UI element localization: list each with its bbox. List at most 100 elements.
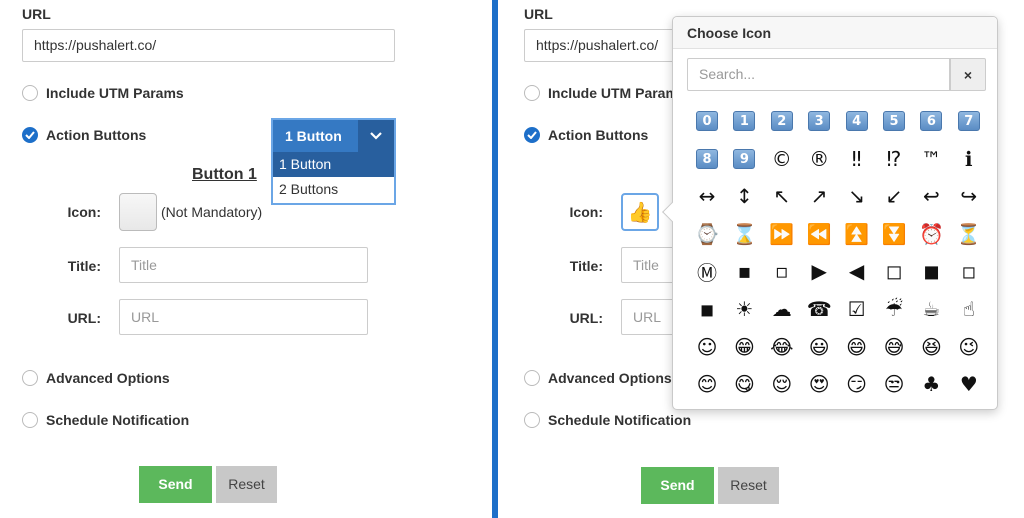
icon-option[interactable]: ☑ xyxy=(839,291,875,327)
icon-option[interactable]: 😆 xyxy=(913,329,949,365)
icon-option[interactable]: ↙ xyxy=(876,178,912,214)
icon-option[interactable]: ™ xyxy=(913,141,949,177)
icon-option[interactable]: 😋 xyxy=(726,366,762,402)
icon-option[interactable]: ▪ xyxy=(726,253,762,289)
icon-option[interactable]: ☕ xyxy=(913,291,949,327)
icon-option[interactable]: 😏 xyxy=(839,366,875,402)
icon-option[interactable]: ⏫ xyxy=(839,216,875,252)
icon-option[interactable]: 😄 xyxy=(839,329,875,365)
icon-option[interactable]: ↘ xyxy=(839,178,875,214)
icon-option[interactable]: Ⓜ xyxy=(689,253,725,289)
button-count-dropdown[interactable]: 1 Button 1 Button 2 Buttons xyxy=(271,118,396,205)
icon-option[interactable]: © xyxy=(764,141,800,177)
advanced-options-radio[interactable] xyxy=(524,370,540,386)
icon-option[interactable]: ℹ xyxy=(951,141,987,177)
icon-option[interactable]: ⏪ xyxy=(801,216,837,252)
icon-option[interactable]: ◽ xyxy=(951,253,987,289)
utm-radio[interactable] xyxy=(524,85,540,101)
emoji-icon: ◀ xyxy=(848,259,865,284)
icon-picker-button[interactable]: 👍 xyxy=(621,193,659,231)
icon-option[interactable]: 😁 xyxy=(726,329,762,365)
dropdown-option-1-button[interactable]: 1 Button xyxy=(273,152,394,177)
icon-option[interactable]: ♣ xyxy=(913,366,949,402)
icon-option[interactable]: ◻ xyxy=(876,253,912,289)
chevron-down-icon[interactable] xyxy=(358,120,394,152)
icon-option[interactable]: 😂 xyxy=(764,329,800,365)
reset-button[interactable]: Reset xyxy=(216,466,277,503)
url-input[interactable]: https://pushalert.co/ xyxy=(22,29,395,62)
icon-option[interactable]: ‼ xyxy=(839,141,875,177)
icon-option[interactable]: ↔ xyxy=(689,178,725,214)
advanced-options-radio[interactable] xyxy=(22,370,38,386)
utm-radio[interactable] xyxy=(22,85,38,101)
icon-option[interactable]: ⁉ xyxy=(876,141,912,177)
icon-option[interactable]: 8 xyxy=(689,141,725,177)
icon-option[interactable]: ↗ xyxy=(801,178,837,214)
icon-option[interactable]: 1 xyxy=(726,103,762,139)
icon-option[interactable]: 6 xyxy=(913,103,949,139)
icon-option[interactable]: ☁ xyxy=(764,291,800,327)
emoji-icon: ↗ xyxy=(810,184,828,209)
icon-picker-button[interactable] xyxy=(119,193,157,231)
dropdown-header[interactable]: 1 Button xyxy=(273,120,394,152)
icon-option[interactable]: ⌛ xyxy=(726,216,762,252)
title-input[interactable]: Title xyxy=(119,247,368,283)
icon-option[interactable]: 😍 xyxy=(801,366,837,402)
icon-option[interactable]: ⏳ xyxy=(951,216,987,252)
icon-option[interactable]: 😉 xyxy=(951,329,987,365)
clear-search-icon[interactable]: × xyxy=(950,58,986,91)
icon-option[interactable]: 😒 xyxy=(876,366,912,402)
dropdown-option-2-buttons[interactable]: 2 Buttons xyxy=(273,177,394,202)
icon-option[interactable]: ↖ xyxy=(764,178,800,214)
action-buttons-radio[interactable] xyxy=(524,127,540,143)
emoji-icon: 😒 xyxy=(883,372,905,397)
icon-option[interactable]: 😊 xyxy=(689,366,725,402)
icon-option[interactable]: 😅 xyxy=(876,329,912,365)
button-url-input[interactable]: URL xyxy=(119,299,368,335)
icon-option[interactable]: ☺ xyxy=(689,329,725,365)
send-button[interactable]: Send xyxy=(641,467,714,504)
reset-button[interactable]: Reset xyxy=(718,467,779,504)
icon-option[interactable]: 3 xyxy=(801,103,837,139)
schedule-radio[interactable] xyxy=(524,412,540,428)
action-buttons-radio[interactable] xyxy=(22,127,38,143)
icon-option[interactable]: ◾ xyxy=(689,291,725,327)
icon-option[interactable]: 7 xyxy=(951,103,987,139)
icon-option[interactable]: ☀ xyxy=(726,291,762,327)
icon-option[interactable]: ↕ xyxy=(726,178,762,214)
icon-option[interactable]: ☔ xyxy=(876,291,912,327)
emoji-icon: 😁 xyxy=(733,334,755,359)
send-button[interactable]: Send xyxy=(139,466,212,503)
emoji-icon: 😍 xyxy=(808,372,830,397)
icon-option[interactable]: ☝ xyxy=(951,291,987,327)
icon-option[interactable]: ⏩ xyxy=(764,216,800,252)
icon-option[interactable]: ⌚ xyxy=(689,216,725,252)
icon-option[interactable]: ↩ xyxy=(913,178,949,214)
icon-option[interactable]: 2 xyxy=(764,103,800,139)
icon-option[interactable]: 9 xyxy=(726,141,762,177)
icon-option[interactable]: 5 xyxy=(876,103,912,139)
icon-option[interactable]: ♥ xyxy=(951,366,987,402)
schedule-radio[interactable] xyxy=(22,412,38,428)
icon-option[interactable]: ▫ xyxy=(764,253,800,289)
icon-option[interactable]: 0 xyxy=(689,103,725,139)
emoji-icon: ↙ xyxy=(885,184,903,209)
icon-option[interactable]: ® xyxy=(801,141,837,177)
icon-option[interactable]: ⏰ xyxy=(913,216,949,252)
icon-search-input[interactable]: Search... xyxy=(687,58,950,91)
icon-option[interactable]: 😌 xyxy=(764,366,800,402)
emoji-icon: ☔ xyxy=(885,297,903,321)
icon-option[interactable]: ☎ xyxy=(801,291,837,327)
icon-option[interactable]: ◼ xyxy=(913,253,949,289)
icon-option[interactable]: 😃 xyxy=(801,329,837,365)
icon-option[interactable]: 4 xyxy=(839,103,875,139)
icon-option[interactable]: ◀ xyxy=(839,253,875,289)
keycap-digit-icon: 1 xyxy=(733,111,756,131)
icon-option[interactable]: ↪ xyxy=(951,178,987,214)
keycap-digit-icon: 5 xyxy=(883,111,905,131)
icon-option[interactable]: ▶ xyxy=(801,253,837,289)
keycap-digit-icon: 8 xyxy=(696,148,718,169)
button-1-heading: Button 1 xyxy=(192,166,257,183)
icon-option[interactable]: ⏬ xyxy=(876,216,912,252)
url-input[interactable]: https://pushalert.co/ xyxy=(524,29,684,62)
